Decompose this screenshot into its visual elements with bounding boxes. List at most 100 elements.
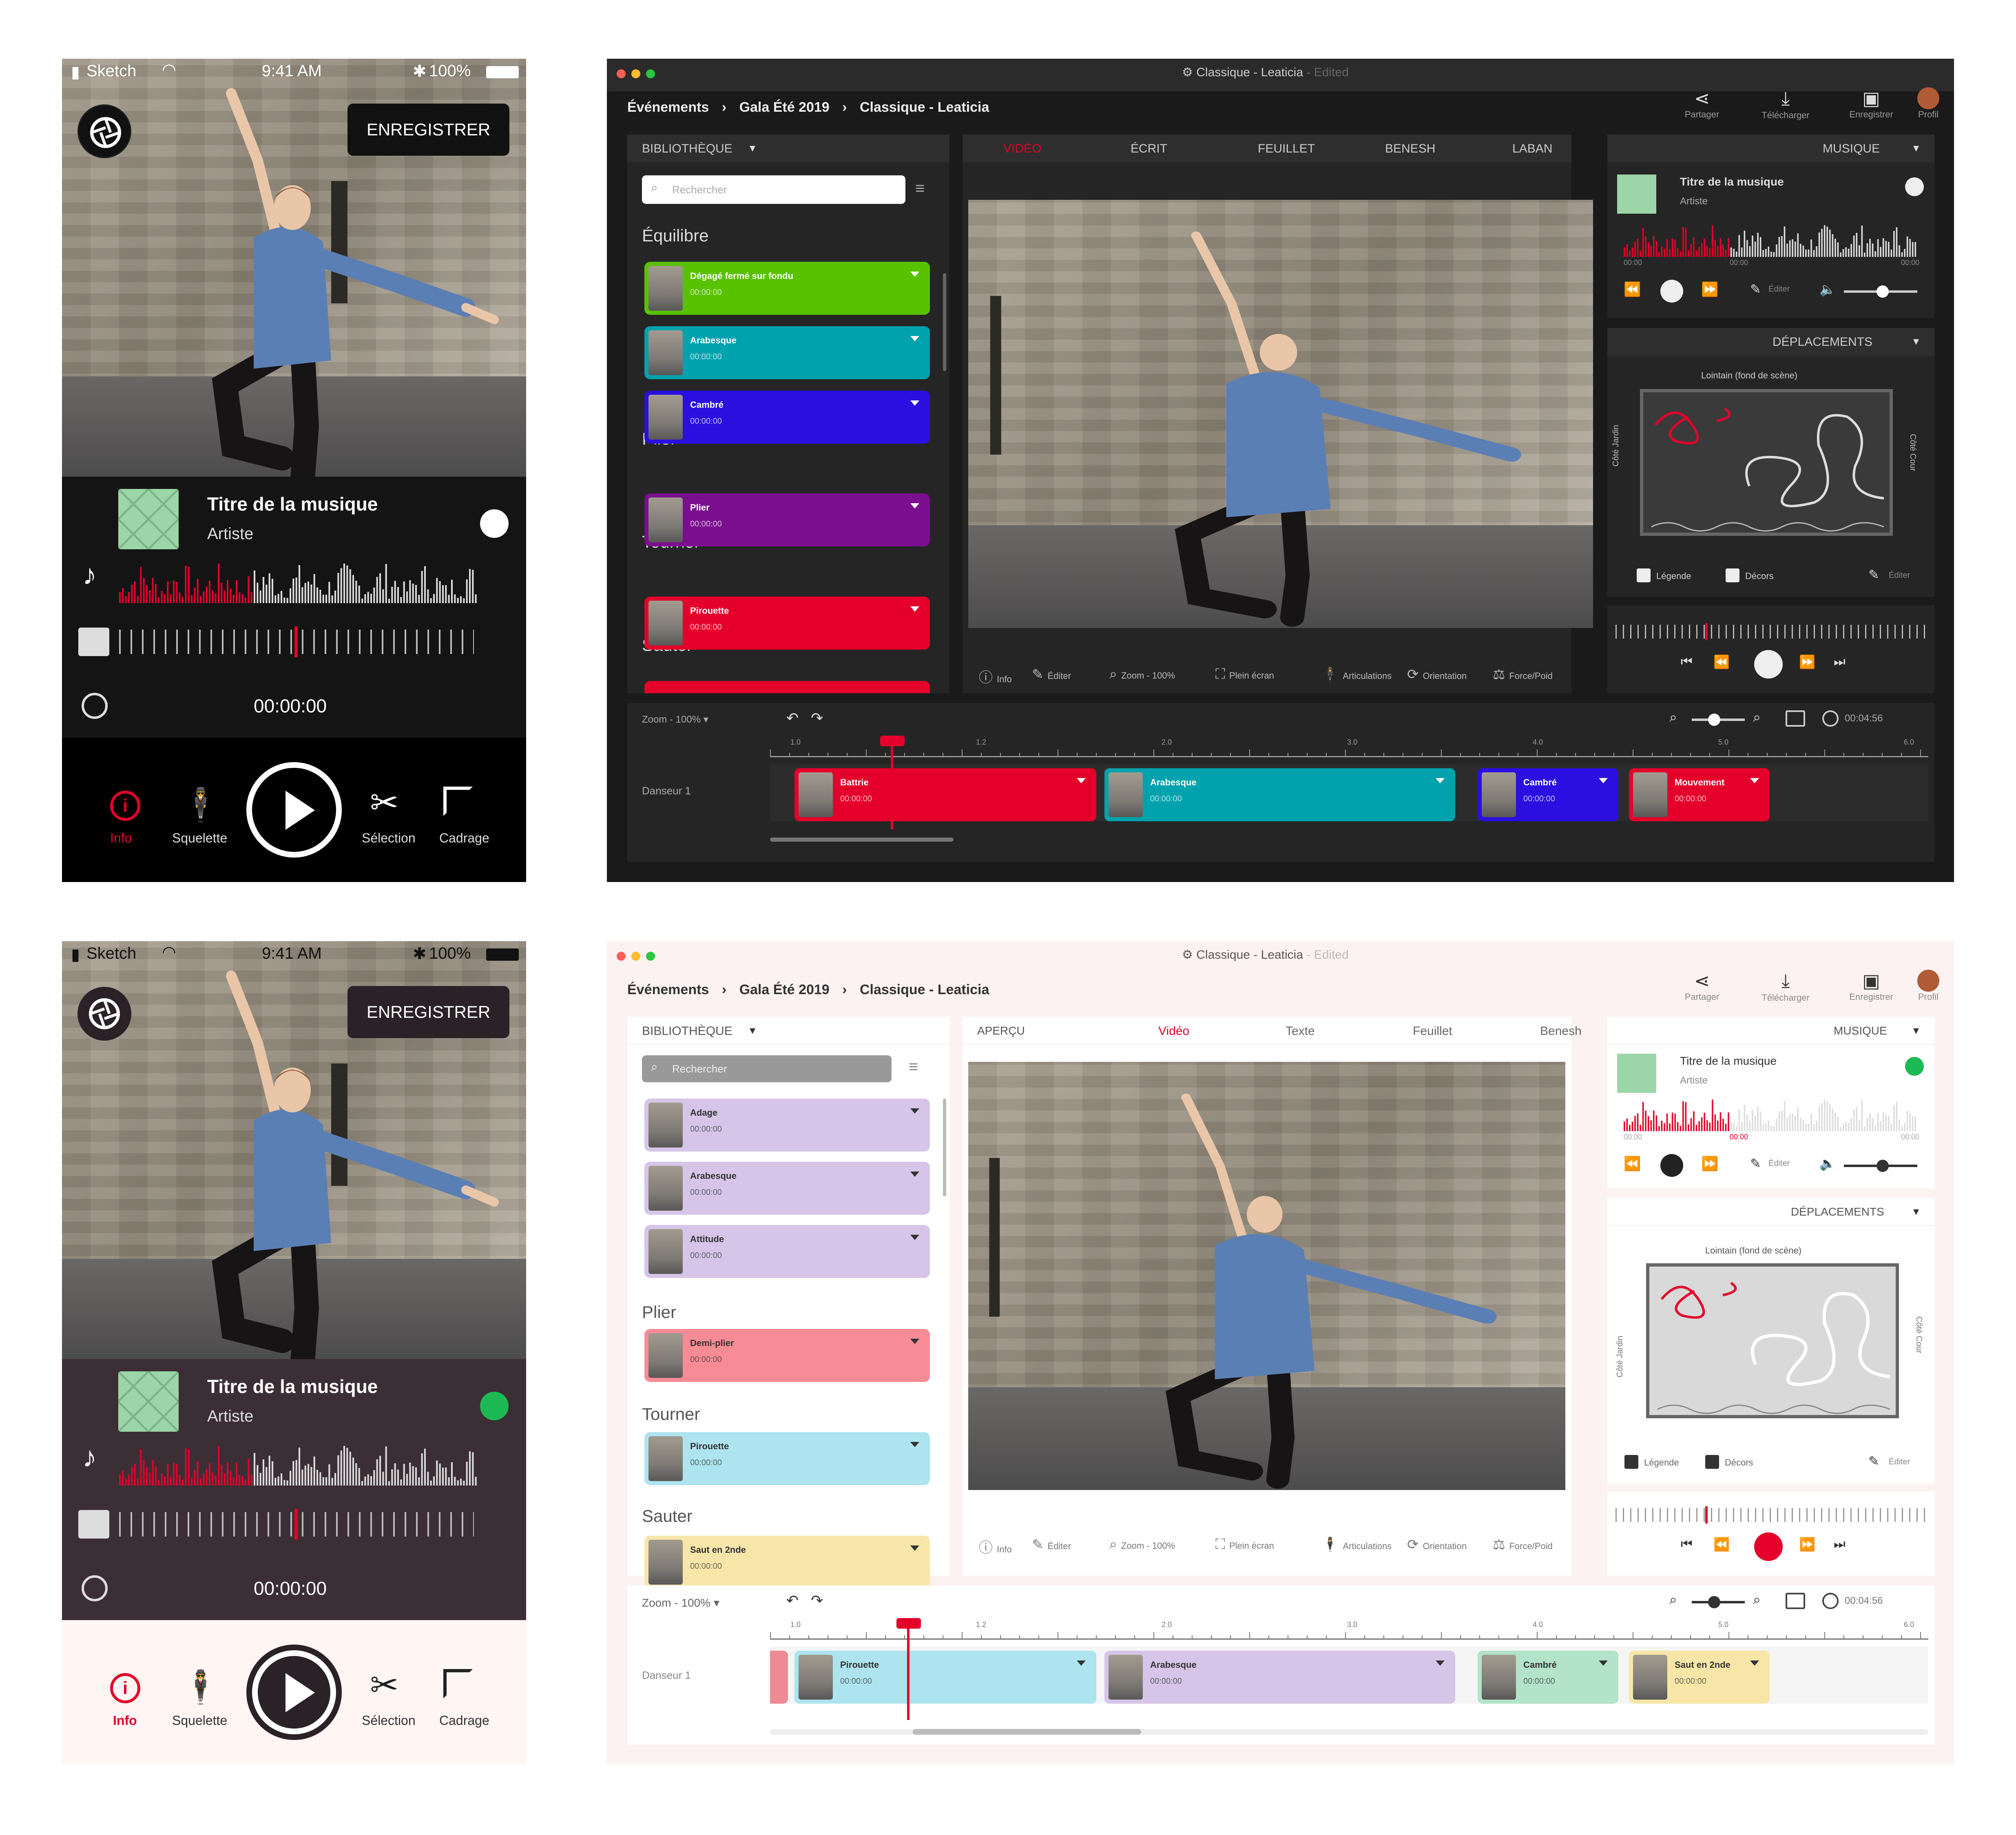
- spotify-icon[interactable]: [480, 1392, 509, 1420]
- crop-icon[interactable]: [443, 1669, 473, 1698]
- fit-icon[interactable]: [1786, 1593, 1805, 1609]
- maximize-dot[interactable]: [646, 69, 655, 78]
- zoom-knob[interactable]: [1708, 1596, 1720, 1608]
- zoom-out-icon[interactable]: ⌕: [1669, 1592, 1677, 1608]
- zoom-slider[interactable]: [1692, 1596, 1745, 1608]
- chevron-down-icon[interactable]: [910, 1545, 919, 1551]
- forward-icon[interactable]: ⏩: [1799, 1537, 1815, 1552]
- video-tool-weight[interactable]: ⚖ Force/Poid: [1493, 666, 1553, 683]
- library-item[interactable]: Arabesque 00:00:00: [644, 1162, 930, 1215]
- zoom-in-icon[interactable]: ⌕: [1753, 1592, 1761, 1608]
- video-tool-zoom[interactable]: ⌕ Zoom - 100%: [1109, 1537, 1175, 1552]
- playhead-handle[interactable]: [880, 736, 905, 746]
- video-tool-skeleton[interactable]: 🕴 Articulations: [1321, 1537, 1392, 1553]
- tab-squelette[interactable]: Squelette: [172, 831, 227, 846]
- tab-selection[interactable]: Sélection: [362, 831, 416, 846]
- music-label[interactable]: MUSIQUE: [1834, 1024, 1887, 1037]
- mini-playhead[interactable]: [1705, 1506, 1708, 1523]
- legend-checkbox[interactable]: [1624, 1455, 1638, 1469]
- timeline-scrollbar[interactable]: [770, 1729, 1928, 1735]
- info-icon[interactable]: i: [110, 1673, 140, 1703]
- tab-squelette[interactable]: Squelette: [172, 1713, 227, 1728]
- music-label[interactable]: MUSIQUE: [1823, 142, 1880, 156]
- chevron-down-icon[interactable]: [910, 400, 919, 406]
- tab-vidéo[interactable]: Vidéo: [1158, 1024, 1189, 1038]
- save-button[interactable]: ▣ Enregistrer: [1843, 970, 1900, 1002]
- camera-button[interactable]: [77, 987, 131, 1041]
- fit-icon[interactable]: [1786, 710, 1805, 727]
- volume-knob[interactable]: [1877, 285, 1889, 298]
- library-item[interactable]: Dégagé fermé sur fondu 00:00:00: [644, 262, 930, 315]
- chevron-down-icon[interactable]: [1436, 778, 1445, 783]
- library-item[interactable]: Demi-plier 00:00:00: [644, 1329, 930, 1382]
- camera-button[interactable]: [77, 104, 131, 158]
- chevron-down-icon[interactable]: [910, 1235, 919, 1240]
- timeline-clip[interactable]: Arabesque 00:00:00: [1104, 1651, 1455, 1704]
- skeleton-icon[interactable]: 🕴: [180, 786, 221, 824]
- chevron-down-icon[interactable]: [910, 272, 919, 277]
- chevron-down-icon[interactable]: ▾: [1913, 141, 1919, 155]
- edit-label[interactable]: Éditer: [1768, 285, 1790, 294]
- playhead-handle[interactable]: [896, 1618, 921, 1629]
- breadcrumb-item[interactable]: Classique - Leaticia: [860, 982, 989, 997]
- zoom-dropdown[interactable]: Zoom - 100% ▾: [642, 714, 708, 725]
- library-item[interactable]: Plier 00:00:00: [644, 493, 930, 546]
- timeline-clip[interactable]: Battrie 00:00:00: [794, 768, 1096, 821]
- video-tool-fullscreen[interactable]: ⛶ Plein écran: [1215, 1537, 1274, 1552]
- rewind-icon[interactable]: ⏪: [1713, 1537, 1730, 1552]
- edit-label[interactable]: Éditer: [1889, 571, 1910, 580]
- breadcrumb-item[interactable]: Événements: [627, 982, 709, 997]
- timeline-clip[interactable]: Saut en 2nde 00:00:00: [1629, 1651, 1770, 1704]
- skip-back-icon[interactable]: ⏮: [1681, 1537, 1693, 1552]
- play-button[interactable]: [1754, 1532, 1783, 1561]
- chevron-down-icon[interactable]: [910, 1339, 919, 1344]
- breadcrumb-item[interactable]: Gala Été 2019: [739, 99, 830, 115]
- tab-info[interactable]: Info: [110, 831, 132, 846]
- zoom-knob[interactable]: [1708, 714, 1720, 726]
- video-tool-edit[interactable]: ✎ Éditer: [1032, 666, 1071, 683]
- chevron-down-icon[interactable]: [910, 606, 919, 612]
- chevron-down-icon[interactable]: [910, 503, 919, 508]
- volume-icon[interactable]: 🔈: [1819, 1156, 1836, 1171]
- video-tool-skeleton[interactable]: 🕴 Articulations: [1321, 666, 1392, 683]
- tab-selection[interactable]: Sélection: [362, 1713, 416, 1728]
- profile-button[interactable]: Profil: [1908, 87, 1949, 120]
- minimize-dot[interactable]: [631, 952, 640, 961]
- decor-checkbox[interactable]: [1705, 1455, 1719, 1469]
- share-button[interactable]: ⋖ Partager: [1680, 87, 1724, 120]
- breadcrumb-item[interactable]: Classique - Leaticia: [860, 99, 989, 115]
- edit-icon[interactable]: ✎: [1750, 1156, 1761, 1171]
- scissors-icon[interactable]: ✂: [370, 1665, 398, 1705]
- redo-icon[interactable]: ↷: [811, 710, 823, 727]
- decor-checkbox[interactable]: [1726, 568, 1739, 582]
- rewind-icon[interactable]: ⏪: [1713, 654, 1730, 670]
- undo-icon[interactable]: ↶: [786, 1592, 799, 1609]
- scrubber-playhead[interactable]: [294, 626, 298, 657]
- chevron-down-icon[interactable]: [910, 1442, 919, 1447]
- volume-slider[interactable]: [1844, 285, 1917, 298]
- scrubber[interactable]: [119, 626, 474, 657]
- forward-icon[interactable]: ⏩: [1701, 281, 1718, 298]
- minimize-dot[interactable]: [631, 69, 640, 78]
- video-tool-weight[interactable]: ⚖ Force/Poid: [1493, 1537, 1553, 1553]
- mini-playhead[interactable]: [1705, 623, 1708, 640]
- tab-feuillet[interactable]: Feuillet: [1413, 1024, 1452, 1038]
- edit-icon[interactable]: ✎: [1868, 1453, 1879, 1469]
- chevron-down-icon[interactable]: [1750, 1660, 1759, 1666]
- library-item[interactable]: Pirouette 00:00:00: [644, 1432, 930, 1485]
- edit-icon[interactable]: ✎: [1750, 281, 1761, 297]
- spotify-icon[interactable]: [480, 509, 509, 538]
- profile-button[interactable]: Profil: [1908, 970, 1949, 1002]
- tab-info[interactable]: Info: [113, 1713, 137, 1728]
- record-button[interactable]: ENREGISTRER: [347, 986, 509, 1038]
- scrubber-playhead[interactable]: [294, 1509, 298, 1540]
- timeline-clip[interactable]: Pirouette 00:00:00: [794, 1651, 1096, 1704]
- video-tool-info[interactable]: ⓘ Info: [979, 666, 1012, 686]
- tab-laban[interactable]: LABAN: [1512, 142, 1552, 156]
- timeline-clip[interactable]: Cambré 00:00:00: [1478, 1651, 1618, 1704]
- video-tool-info[interactable]: ⓘ Info: [979, 1537, 1012, 1556]
- skip-forward-icon[interactable]: ⏭: [1834, 654, 1846, 670]
- mini-scrubber[interactable]: [1615, 1506, 1925, 1523]
- rewind-icon[interactable]: ⏪: [1624, 1156, 1641, 1172]
- library-item[interactable]: Adage 00:00:00: [644, 1099, 930, 1152]
